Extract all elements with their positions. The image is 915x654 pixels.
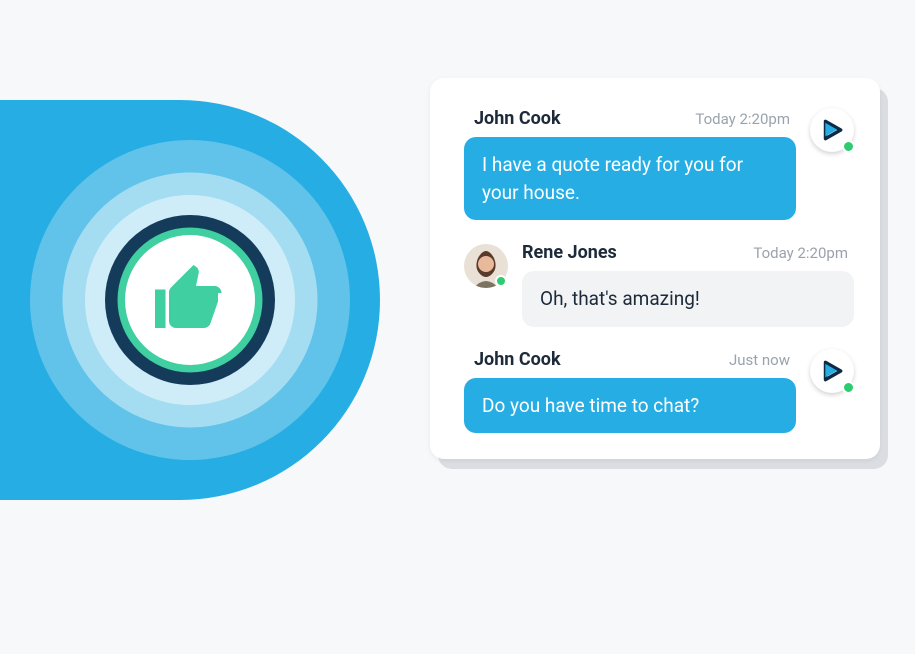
message-block: John Cook Today 2:20pm I have a quote re… (464, 108, 854, 220)
presence-dot (495, 275, 507, 287)
customer-avatar (464, 244, 508, 288)
sender-name: John Cook (474, 349, 561, 370)
message-time: Today 2:20pm (753, 244, 848, 262)
message-bubble-agent: Do you have time to chat? (464, 378, 796, 434)
message-time: Just now (729, 351, 790, 369)
presence-dot (842, 140, 855, 153)
message-bubble-customer: Oh, that's amazing! (522, 271, 854, 327)
message-block: Rene Jones Today 2:20pm Oh, that's amazi… (464, 242, 854, 327)
message-bubble-agent: I have a quote ready for you for your ho… (464, 137, 796, 220)
sender-name: Rene Jones (522, 242, 617, 263)
message-block: John Cook Just now Do you have time to c… (464, 349, 854, 434)
agent-avatar (810, 108, 854, 152)
presence-dot (842, 381, 855, 394)
sender-name: John Cook (474, 108, 561, 129)
chat-card: John Cook Today 2:20pm I have a quote re… (430, 78, 880, 459)
decorative-blue-shape (0, 100, 380, 500)
message-time: Today 2:20pm (695, 110, 790, 128)
agent-avatar (810, 349, 854, 393)
ring-white (125, 235, 255, 365)
thumbs-up-icon (148, 258, 232, 342)
play-logo-icon (819, 117, 845, 143)
play-logo-icon (819, 358, 845, 384)
concentric-rings (30, 140, 350, 460)
